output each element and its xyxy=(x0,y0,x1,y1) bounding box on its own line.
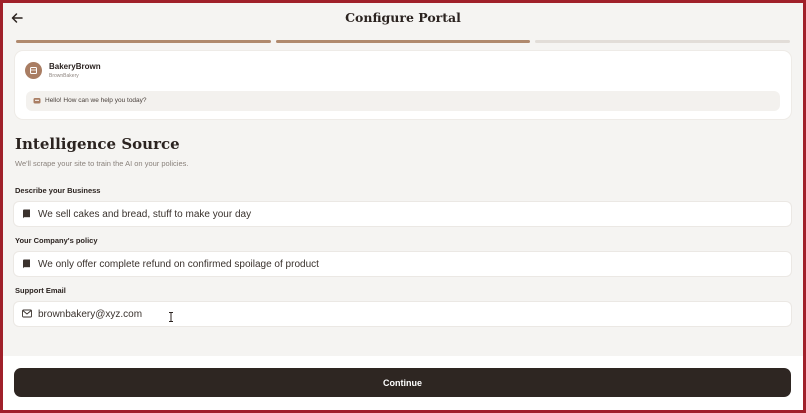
store-icon xyxy=(30,67,37,74)
continue-button[interactable]: Continue xyxy=(14,368,791,397)
book-icon xyxy=(23,209,30,219)
mail-icon xyxy=(22,309,32,318)
email-input[interactable] xyxy=(38,302,778,326)
section-title: Intelligence Source xyxy=(15,135,180,153)
policy-field[interactable] xyxy=(14,252,791,276)
business-input[interactable] xyxy=(38,202,778,226)
progress-stepper xyxy=(16,40,791,43)
progress-step-1 xyxy=(16,40,271,43)
header: Configure Portal xyxy=(3,3,803,33)
avatar xyxy=(25,62,42,79)
progress-step-3 xyxy=(535,40,791,43)
email-field[interactable] xyxy=(14,302,791,326)
chat-preview-card: BakeryBrown BrownBakery Hello! How can w… xyxy=(15,51,791,119)
greeting-bubble: Hello! How can we help you today? xyxy=(26,91,780,111)
policy-input[interactable] xyxy=(38,252,778,276)
book-icon xyxy=(23,259,30,269)
section-subtitle: We'll scrape your site to train the AI o… xyxy=(15,159,189,168)
email-label: Support Email xyxy=(15,286,66,295)
bot-icon xyxy=(33,98,41,104)
business-field[interactable] xyxy=(14,202,791,226)
greeting-text: Hello! How can we help you today? xyxy=(45,97,147,104)
progress-step-2 xyxy=(275,40,531,43)
footer: Continue xyxy=(3,356,803,410)
brand-name: BakeryBrown xyxy=(49,62,101,71)
page-title: Configure Portal xyxy=(345,10,461,25)
app-window: Configure Portal BakeryBrown BrownBakery… xyxy=(3,3,803,410)
brand-handle: BrownBakery xyxy=(49,73,79,79)
business-label: Describe your Business xyxy=(15,186,101,195)
policy-label: Your Company's policy xyxy=(15,236,98,245)
text-cursor-icon xyxy=(169,312,173,322)
